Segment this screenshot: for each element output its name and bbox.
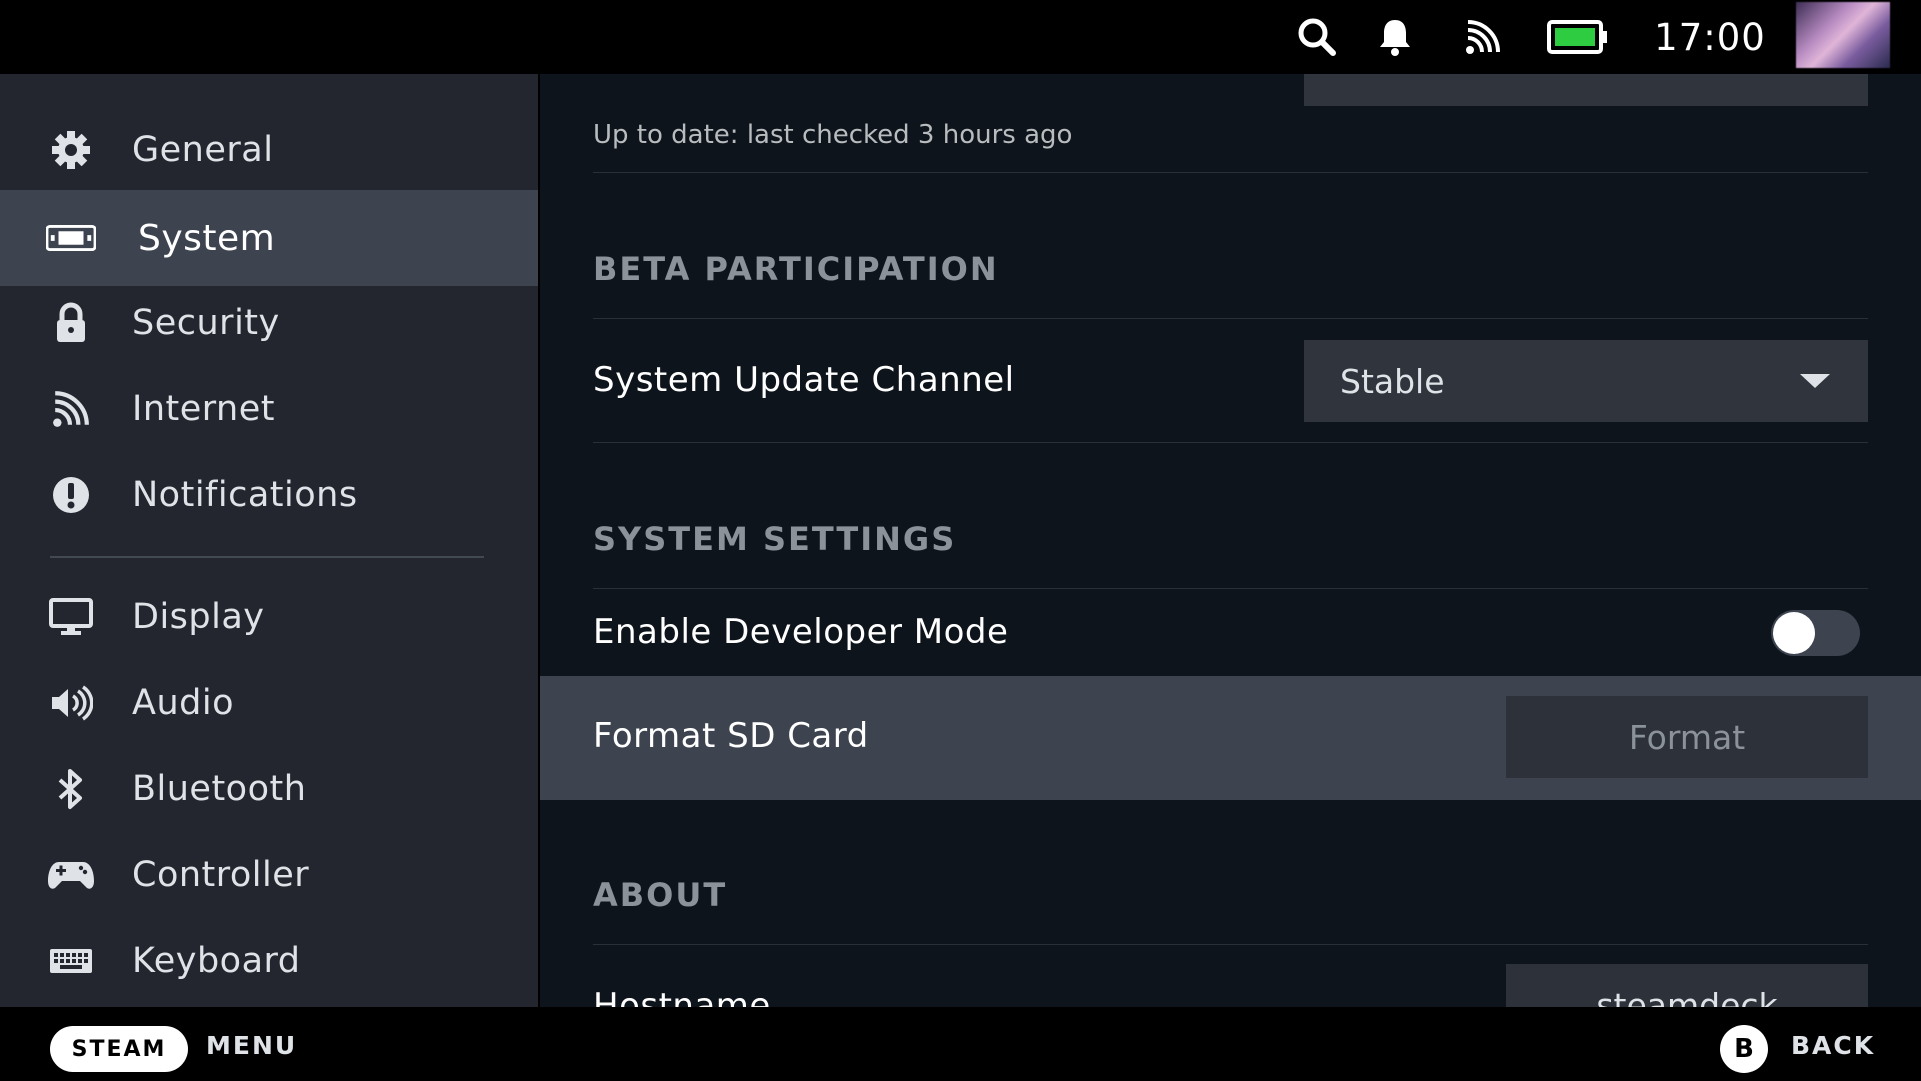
lock-icon: [46, 298, 96, 348]
divider: [593, 944, 1868, 945]
format-sd-label: Format SD Card: [593, 716, 869, 756]
toggle-knob: [1773, 612, 1815, 654]
update-channel-label: System Update Channel: [593, 360, 1015, 400]
b-button[interactable]: B: [1720, 1025, 1768, 1073]
sidebar-item-label: General: [132, 130, 274, 170]
sidebar-item-audio[interactable]: Audio: [0, 660, 538, 746]
speaker-icon: [46, 678, 96, 728]
sidebar-item-keyboard[interactable]: Keyboard: [0, 918, 538, 1004]
format-button[interactable]: Format: [1506, 696, 1868, 778]
gear-icon: [46, 125, 96, 175]
search-icon[interactable]: [1292, 0, 1342, 74]
bluetooth-icon: [46, 764, 96, 814]
wifi-icon: [1458, 0, 1508, 74]
sidebar-item-display[interactable]: Display: [0, 574, 538, 660]
steam-button[interactable]: STEAM: [50, 1026, 188, 1072]
developer-mode-toggle[interactable]: [1771, 610, 1860, 656]
sidebar-item-security[interactable]: Security: [0, 280, 538, 366]
sidebar-item-label: Internet: [132, 389, 275, 429]
divider: [593, 442, 1868, 443]
sidebar-item-system[interactable]: System: [0, 190, 538, 286]
update-status-text: Up to date: last checked 3 hours ago: [593, 120, 1073, 150]
divider: [593, 588, 1868, 589]
section-heading-about: ABOUT: [593, 876, 728, 914]
gamepad-icon: [46, 850, 96, 900]
bell-icon[interactable]: [1370, 0, 1420, 74]
sidebar-item-label: System: [138, 217, 276, 259]
software-update-button-partial[interactable]: [1304, 74, 1868, 106]
sidebar-item-label: Security: [132, 303, 280, 343]
hostname-value-button[interactable]: steamdeck: [1506, 964, 1868, 1007]
sidebar-item-label: Display: [132, 597, 265, 637]
divider: [593, 172, 1868, 173]
section-heading-system-settings: SYSTEM SETTINGS: [593, 520, 957, 558]
sidebar-item-label: Bluetooth: [132, 769, 307, 809]
avatar[interactable]: [1796, 2, 1890, 68]
dropdown-value: Stable: [1340, 361, 1445, 401]
sidebar-item-internet[interactable]: Internet: [0, 366, 538, 452]
keyboard-icon: [46, 936, 96, 986]
battery-icon: [1545, 0, 1611, 74]
chevron-down-icon: [1800, 374, 1830, 388]
format-sd-row[interactable]: Format SD Card Format: [540, 676, 1921, 800]
top-status-bar: 17:00: [0, 0, 1921, 74]
back-hint-label: BACK: [1791, 1031, 1876, 1060]
update-channel-dropdown[interactable]: Stable: [1304, 340, 1868, 422]
divider: [593, 318, 1868, 319]
sidebar-item-label: Audio: [132, 683, 234, 723]
hostname-label: Hostname: [593, 986, 771, 1007]
system-icon: [46, 213, 96, 263]
sidebar-divider: [50, 556, 484, 558]
sidebar-item-controller[interactable]: Controller: [0, 832, 538, 918]
wifi-icon: [46, 384, 96, 434]
sidebar-item-label: Keyboard: [132, 941, 301, 981]
sidebar-item-label: Controller: [132, 855, 310, 895]
sidebar-item-label: Notifications: [132, 475, 358, 515]
developer-mode-label: Enable Developer Mode: [593, 612, 1009, 652]
alert-icon: [46, 470, 96, 520]
sidebar-item-notifications[interactable]: Notifications: [0, 452, 538, 538]
menu-hint-label: MENU: [206, 1031, 298, 1060]
sidebar-item-general[interactable]: General: [0, 107, 538, 193]
bottom-hint-bar: STEAM MENU B BACK: [0, 1007, 1921, 1081]
settings-sidebar: General System Security Internet Notific…: [0, 74, 538, 1007]
sidebar-item-bluetooth[interactable]: Bluetooth: [0, 746, 538, 832]
clock: 17:00: [1654, 15, 1766, 59]
monitor-icon: [46, 592, 96, 642]
settings-content: Up to date: last checked 3 hours ago BET…: [540, 74, 1921, 1007]
section-heading-beta: BETA PARTICIPATION: [593, 250, 999, 288]
